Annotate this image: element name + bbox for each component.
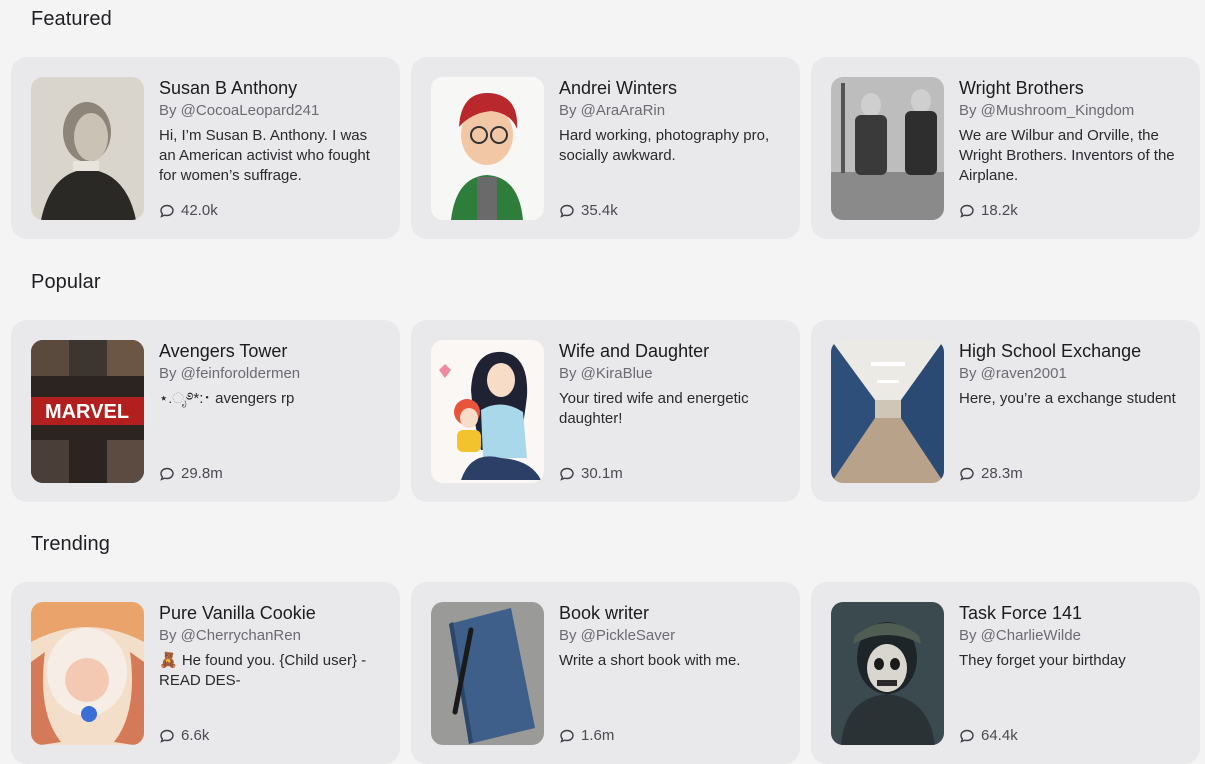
chat-bubble-icon (560, 729, 574, 743)
character-avatar: MARVEL (31, 340, 144, 483)
chat-count: 1.6m (559, 727, 614, 744)
card-author[interactable]: By @CharlieWilde (959, 626, 1180, 646)
character-avatar (831, 602, 944, 745)
character-card-book-writer[interactable]: Book writer By @PickleSaver Write a shor… (411, 582, 800, 764)
character-card-wife-and-daughter[interactable]: Wife and Daughter By @KiraBlue Your tire… (411, 320, 800, 502)
card-description: Hard working, photography pro, socially … (559, 127, 770, 164)
card-author[interactable]: By @CocoaLeopard241 (159, 101, 380, 121)
chat-count: 6.6k (159, 727, 209, 744)
chat-count-value: 18.2k (981, 202, 1018, 219)
card-name: Andrei Winters (559, 78, 678, 98)
card-author[interactable]: By @feinforoldermen (159, 364, 380, 384)
card-author[interactable]: By @raven2001 (959, 364, 1180, 384)
card-name: High School Exchange (959, 341, 1142, 361)
popular-row: MARVEL Avengers Tower By @feinforolderme… (11, 320, 1200, 502)
card-description: Write a short book with me. (559, 652, 741, 669)
card-author[interactable]: By @PickleSaver (559, 626, 780, 646)
featured-row: Susan B Anthony By @CocoaLeopard241 Hi, … (11, 57, 1200, 239)
character-card-wright-brothers[interactable]: Wright Brothers By @Mushroom_Kingdom We … (811, 57, 1200, 239)
chat-count-value: 64.4k (981, 727, 1018, 744)
chat-bubble-icon (160, 204, 174, 218)
chat-bubble-icon (960, 729, 974, 743)
chat-bubble-icon (160, 467, 174, 481)
chat-count-value: 30.1m (581, 465, 623, 482)
character-avatar (831, 340, 944, 483)
character-card-avengers-tower[interactable]: MARVEL Avengers Tower By @feinforolderme… (11, 320, 400, 502)
chat-count-value: 29.8m (181, 465, 223, 482)
chat-count-value: 35.4k (581, 202, 618, 219)
section-title-trending: Trending (31, 533, 110, 555)
card-description: We are Wilbur and Orville, the Wright Br… (959, 127, 1175, 184)
card-name: Book writer (559, 603, 650, 623)
character-card-high-school-exchange[interactable]: High School Exchange By @raven2001 Here,… (811, 320, 1200, 502)
character-card-susan-b-anthony[interactable]: Susan B Anthony By @CocoaLeopard241 Hi, … (11, 57, 400, 239)
chat-count-value: 28.3m (981, 465, 1023, 482)
character-avatar (31, 77, 144, 220)
chat-count-value: 1.6m (581, 727, 615, 744)
card-description: Here, you’re a exchange student (959, 390, 1176, 407)
chat-count-value: 6.6k (181, 727, 210, 744)
card-name: Wife and Daughter (559, 341, 710, 361)
chat-count: 35.4k (559, 202, 618, 219)
chat-count: 64.4k (959, 727, 1018, 744)
character-avatar (431, 602, 544, 745)
card-description: They forget your birthday (959, 652, 1126, 669)
chat-bubble-icon (560, 467, 574, 481)
character-avatar (31, 602, 144, 745)
card-description: 🧸 He found you. {Child user} - READ DES- (159, 652, 367, 689)
card-author[interactable]: By @Mushroom_Kingdom (959, 101, 1180, 121)
card-author[interactable]: By @CherrychanRen (159, 626, 380, 646)
card-description: Your tired wife and energetic daughter! (559, 390, 749, 427)
card-name: Wright Brothers (959, 78, 1084, 98)
card-name: Susan B Anthony (159, 78, 298, 98)
chat-count: 28.3m (959, 465, 1023, 482)
character-avatar (831, 77, 944, 220)
card-description: Hi, I’m Susan B. Anthony. I was an Ameri… (159, 127, 370, 184)
card-name: Avengers Tower (159, 341, 288, 361)
character-card-andrei-winters[interactable]: Andrei Winters By @AraAraRin Hard workin… (411, 57, 800, 239)
chat-count-value: 42.0k (181, 202, 218, 219)
card-author[interactable]: By @KiraBlue (559, 364, 780, 384)
card-description: ⋆.ೃ࿔*:･ avengers rp (159, 390, 295, 407)
svg-text:MARVEL: MARVEL (45, 401, 129, 423)
chat-bubble-icon (160, 729, 174, 743)
character-card-task-force-141[interactable]: Task Force 141 By @CharlieWilde They for… (811, 582, 1200, 764)
character-avatar (431, 77, 544, 220)
chat-bubble-icon (960, 204, 974, 218)
trending-row: Pure Vanilla Cookie By @CherrychanRen 🧸 … (11, 582, 1200, 764)
card-name: Pure Vanilla Cookie (159, 603, 316, 623)
chat-bubble-icon (560, 204, 574, 218)
section-title-featured: Featured (31, 8, 112, 30)
chat-count: 18.2k (959, 202, 1018, 219)
character-card-pure-vanilla-cookie[interactable]: Pure Vanilla Cookie By @CherrychanRen 🧸 … (11, 582, 400, 764)
chat-bubble-icon (960, 467, 974, 481)
card-name: Task Force 141 (959, 603, 1083, 623)
chat-count: 42.0k (159, 202, 218, 219)
character-avatar (431, 340, 544, 483)
card-author[interactable]: By @AraAraRin (559, 101, 780, 121)
section-title-popular: Popular (31, 271, 101, 293)
chat-count: 30.1m (559, 465, 623, 482)
chat-count: 29.8m (159, 465, 223, 482)
